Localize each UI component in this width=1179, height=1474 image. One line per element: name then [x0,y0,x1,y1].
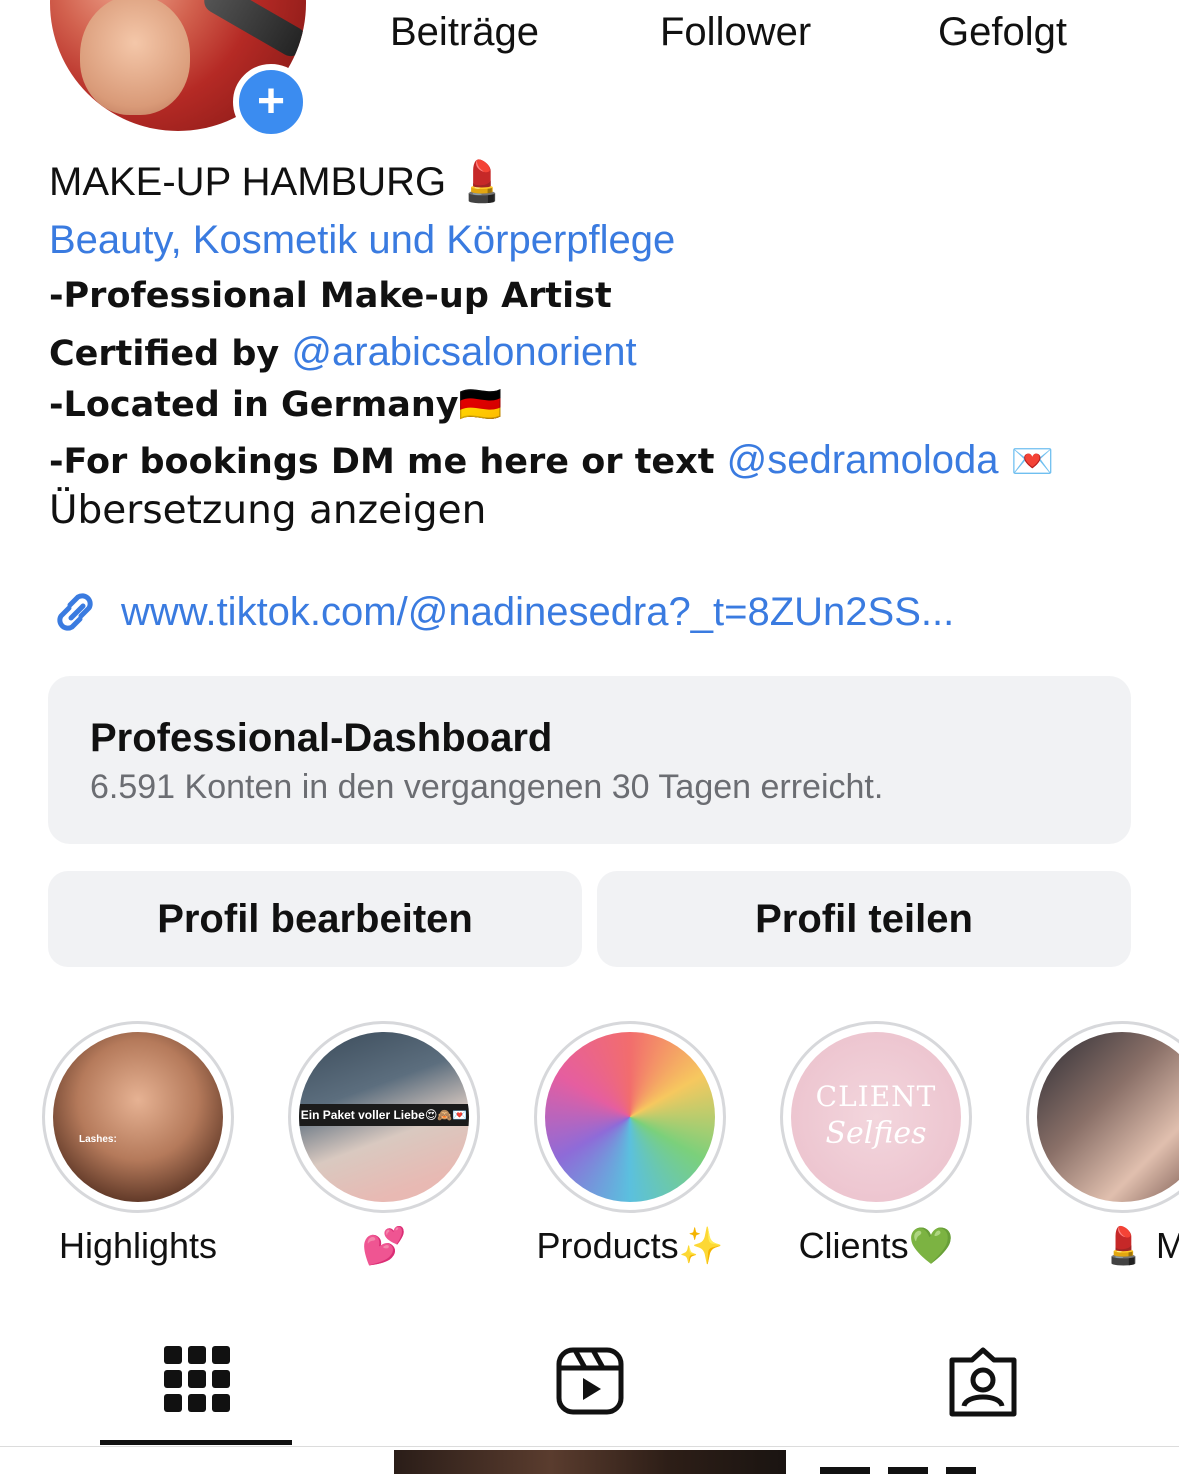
stat-followers[interactable]: Follower [660,10,811,55]
stat-posts[interactable]: Beiträge [390,10,539,55]
highlight-cover: Ein Paket voller Liebe😍🙈💌 [299,1032,469,1202]
bio-line-2-text: Certified by [49,334,292,374]
active-tab-indicator [100,1440,292,1445]
highlight-label: Highlights [58,1225,218,1266]
grid-icon[interactable] [164,1346,230,1412]
highlight-cover: CLIENT Selfies [791,1032,961,1202]
dashboard-title: Professional-Dashboard [90,716,553,760]
highlight-overlay-title: CLIENT [815,1080,937,1113]
highlight-cover: Lashes: [53,1032,223,1202]
profile-name: MAKE-UP HAMBURG 💄 [49,160,508,204]
edit-profile-button[interactable]: Profil bearbeiten [48,871,582,967]
external-link[interactable]: www.tiktok.com/@nadinesedra?_t=8ZUn2SS..… [49,588,954,636]
highlight-label: 💕 [361,1225,407,1266]
stat-following[interactable]: Gefolgt [938,10,1067,55]
profile-category[interactable]: Beauty, Kosmetik und Körperpflege [49,218,675,263]
mention-link[interactable]: @arabicsalonorient [291,330,636,374]
bio-line-4-emoji: 💌 [998,442,1055,482]
highlight-label: Clients💚 [798,1225,954,1266]
plus-icon: + [256,75,286,128]
add-story-button[interactable]: + [233,64,309,140]
bio-line-1: -Professional Make-up Artist [49,276,612,316]
avatar-face [80,0,190,115]
professional-dashboard[interactable]: Professional-Dashboard 6.591 Konten in d… [48,676,1131,844]
bio-line-4: -For bookings DM me here or text @sedram… [49,438,1054,483]
reels-icon[interactable] [555,1346,625,1421]
bio-line-2: Certified by @arabicsalonorient [49,330,637,375]
link-icon [57,593,93,631]
bio-line-4-text: -For bookings DM me here or text [49,442,727,482]
share-profile-button[interactable]: Profil teilen [597,871,1131,967]
translate-link[interactable]: Übersetzung anzeigen [49,488,486,533]
post-thumbnail[interactable] [820,1462,1020,1474]
highlight-overlay-text: Ein Paket voller Liebe😍🙈💌 [299,1104,469,1126]
highlight-cover [545,1032,715,1202]
post-thumbnail[interactable] [394,1450,786,1474]
highlight-label: 💄 Me [1101,1225,1179,1266]
tab-divider [0,1446,1179,1447]
highlight-label: Products✨ [536,1225,724,1266]
tagged-icon[interactable] [948,1346,1018,1423]
highlight-overlay-script: Selfies [825,1116,927,1151]
dashboard-subtitle: 6.591 Konten in den vergangenen 30 Tagen… [90,768,884,806]
avatar-brush [199,0,306,61]
highlight-overlay-text: Lashes: [79,1134,117,1145]
mention-link[interactable]: @sedramoloda [727,438,999,482]
bio-line-3: -Located in Germany🇩🇪 [49,385,503,425]
link-text[interactable]: www.tiktok.com/@nadinesedra?_t=8ZUn2SS..… [121,590,954,635]
